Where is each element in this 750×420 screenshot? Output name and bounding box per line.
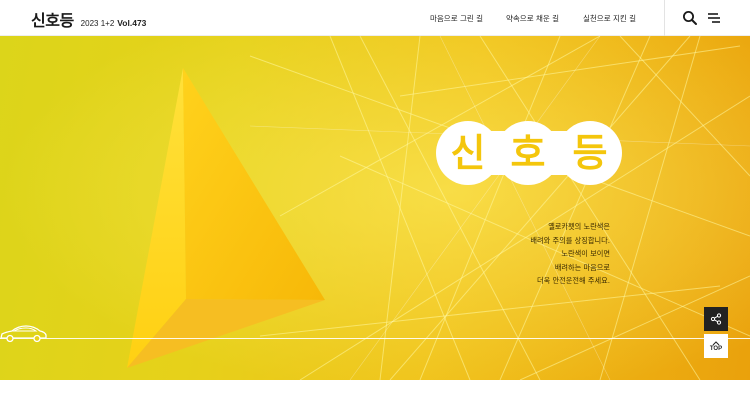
menu-icon [708,13,720,23]
below-hero-area [0,380,750,420]
main-nav: 마음으로 그린 길 약속으로 채운 길 실천으로 지킨 길 [0,13,750,25]
road-line [0,338,750,339]
title-bubble: 호 [496,121,560,185]
top-label: TOP [709,345,723,352]
description-line: 배려와 주의를 상징합니다. [530,235,610,245]
site-header: 신호등 2023 1+2 Vol.473 마음으로 그린 길 약속으로 채운 길… [0,0,750,36]
title-char: 호 [510,131,546,175]
description-line: 옐로카펫의 노란색은 [548,222,610,231]
title-bubble: 등 [558,121,622,185]
scroll-top-button[interactable]: TOP [704,334,728,358]
nav-item-3[interactable]: 실천으로 지킨 길 [583,13,636,24]
hero-description: 옐로카펫의 노란색은 배려와 주의를 상징합니다. 노란색이 보이면 배려하는 … [530,220,610,288]
hero-banner: 신 호 등 옐로카펫의 노란색은 배려와 주의를 상징합니다. 노란색이 보이면… [0,36,750,380]
share-icon [710,313,722,325]
hero-background-art [0,36,750,380]
description-line: 배려하는 마음으로 [554,262,610,272]
share-button[interactable] [704,307,728,331]
description-line: 더욱 안전운전해 주세요. [537,276,610,285]
title-char: 등 [572,131,608,175]
title-char: 신 [450,131,486,175]
car-icon [0,325,47,343]
menu-button[interactable] [706,10,722,26]
nav-item-2[interactable]: 약속으로 채운 길 [506,13,559,24]
search-icon [683,11,697,25]
hero-title: 신 호 등 [436,121,626,189]
nav-item-1[interactable]: 마음으로 그린 길 [430,13,483,24]
description-line: 노란색이 보이면 [561,249,610,258]
search-button[interactable] [682,10,698,26]
header-divider [664,0,665,36]
title-bubble: 신 [436,121,500,185]
